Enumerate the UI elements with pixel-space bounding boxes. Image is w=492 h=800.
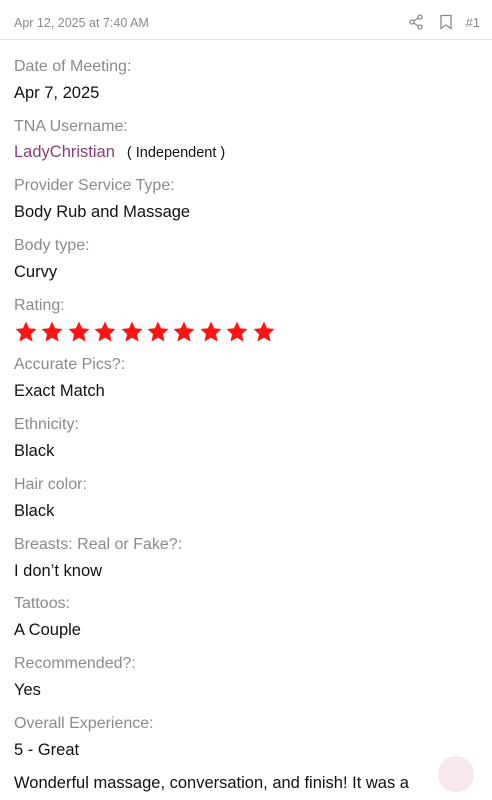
field-label: TNA Username:	[14, 117, 128, 135]
field-tna-username: TNA Username: LadyChristian ( Independen…	[14, 118, 478, 178]
post-page: Apr 12, 2025 at 7:40 AM #1 Date of Meeti…	[0, 0, 492, 800]
username-link[interactable]: LadyChristian	[14, 143, 115, 162]
share-icon[interactable]	[408, 14, 424, 30]
field-tattoos: Tattoos: A Couple	[14, 595, 478, 655]
bookmark-icon[interactable]	[438, 14, 454, 30]
field-recommended: Recommended?: Yes	[14, 655, 478, 715]
post-timestamp[interactable]: Apr 12, 2025 at 7:40 AM	[14, 16, 149, 30]
field-label: Date of Meeting:	[14, 58, 132, 75]
field-label: Overall Experience:	[14, 714, 154, 732]
field-value: 5 - Great	[14, 740, 80, 759]
star-icon	[225, 320, 251, 344]
star-icon	[199, 320, 225, 344]
post-number[interactable]: #1	[466, 15, 480, 30]
field-provider-service-type: Provider Service Type: Body Rub and Mass…	[14, 177, 478, 237]
star-icon	[14, 320, 40, 344]
username-row: LadyChristian ( Independent )	[14, 143, 478, 162]
post-body-text: Wonderful massage, conversation, and fin…	[14, 774, 409, 792]
star-icon	[120, 320, 146, 344]
field-label: Accurate Pics?:	[14, 356, 126, 374]
field-date-of-meeting: Date of Meeting: Apr 7, 2025	[14, 58, 478, 118]
field-value: Yes	[14, 680, 41, 699]
field-value: Curvy	[14, 263, 58, 282]
field-overall-experience: Overall Experience: 5 - Great	[14, 715, 478, 775]
field-label: Tattoos:	[14, 595, 71, 613]
star-icon	[93, 320, 119, 344]
field-label: Ethnicity:	[14, 416, 79, 434]
field-accurate-pics: Accurate Pics?: Exact Match	[14, 356, 478, 416]
star-icon	[146, 320, 172, 344]
field-label: Rating:	[14, 296, 65, 314]
field-value: Exact Match	[14, 382, 105, 401]
field-value: A Couple	[14, 621, 81, 640]
star-icon	[67, 320, 93, 344]
field-label: Body type:	[14, 237, 90, 255]
star-icon	[172, 320, 198, 344]
field-rating: Rating:	[14, 297, 478, 357]
field-label: Breasts: Real or Fake?:	[14, 535, 183, 553]
field-body-type: Body type: Curvy	[14, 237, 478, 297]
field-value: Black	[14, 442, 55, 461]
star-icon	[252, 320, 278, 344]
provider-badge: ( Independent )	[126, 144, 226, 161]
field-ethnicity: Ethnicity: Black	[14, 416, 478, 476]
post-header: Apr 12, 2025 at 7:40 AM #1	[0, 0, 492, 40]
field-value: Body Rub and Massage	[14, 203, 191, 222]
field-value: Apr 7, 2025	[14, 84, 100, 102]
field-label: Provider Service Type:	[14, 177, 175, 195]
field-label: Hair color:	[14, 475, 87, 493]
star-icon	[40, 320, 66, 344]
reaction-icon[interactable]	[438, 756, 474, 792]
field-value: Black	[14, 501, 55, 520]
field-hair-color: Hair color: Black	[14, 476, 478, 536]
review-fields: Date of Meeting: Apr 7, 2025 TNA Usernam…	[14, 58, 478, 774]
post-actions: #1	[394, 14, 480, 30]
rating-stars	[14, 320, 478, 344]
field-breasts: Breasts: Real or Fake?: I don’t know	[14, 536, 478, 596]
field-label: Recommended?:	[14, 654, 136, 672]
field-value: I don’t know	[14, 561, 103, 580]
